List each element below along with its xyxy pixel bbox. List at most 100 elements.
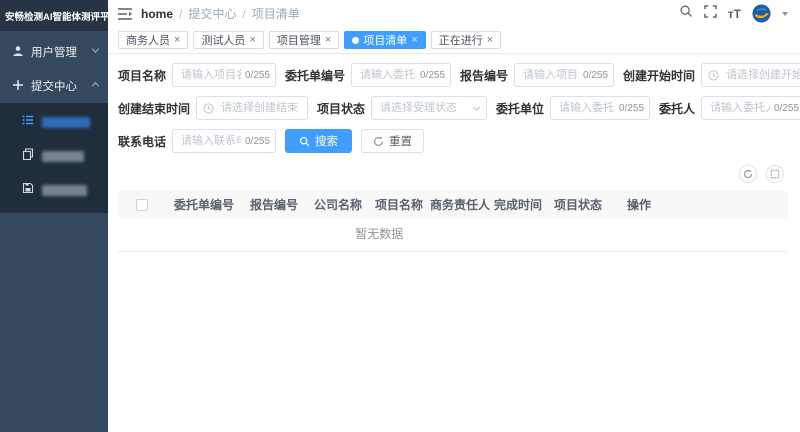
close-icon[interactable]: × [325, 35, 331, 46]
chevron-down-icon [91, 46, 100, 58]
tab-project-list[interactable]: 项目清单 × [344, 31, 425, 49]
main-area: home / 提交中心 / 项目清单 тT [108, 0, 800, 432]
commission-no-input[interactable] [351, 63, 451, 87]
client-company-input[interactable] [550, 96, 650, 120]
field-create-end-time: 创建结束时间 [118, 96, 308, 120]
navbar-actions: тT [679, 4, 788, 23]
tab-test-staff[interactable]: 测试人员 × [193, 31, 263, 49]
tab-business-staff[interactable]: 商务人员 × [118, 31, 188, 49]
close-icon[interactable]: × [249, 35, 255, 46]
field-label: 委托人 [659, 100, 695, 117]
project-status-select[interactable] [371, 96, 487, 120]
close-icon[interactable]: × [174, 35, 180, 46]
user-avatar[interactable] [752, 4, 771, 23]
user-icon [12, 45, 24, 60]
chevron-up-icon [91, 80, 100, 92]
field-create-start-time: 创建开始时间 [623, 63, 800, 87]
close-icon[interactable]: × [411, 35, 417, 46]
select-all-checkbox[interactable] [136, 199, 148, 211]
field-label: 项目状态 [317, 100, 365, 117]
sidebar-menu: 用户管理 提交中心 [0, 31, 108, 213]
field-commission-no: 委托单编号 0/255 [285, 63, 451, 87]
column-header: 公司名称 [306, 191, 370, 218]
breadcrumb: home / 提交中心 / 项目清单 [141, 5, 300, 22]
create-start-time-input[interactable] [701, 63, 800, 87]
submenu-item[interactable] [0, 173, 108, 207]
tabbar: 商务人员 × 测试人员 × 项目管理 × 项目清单 × 正在进行 × [108, 27, 800, 54]
redacted-label [42, 117, 90, 128]
column-header-filler [668, 191, 788, 218]
active-dot [352, 37, 359, 44]
sidebar-item-label: 用户管理 [31, 44, 77, 60]
field-label: 项目名称 [118, 67, 166, 84]
search-icon[interactable] [679, 4, 693, 23]
contact-phone-input[interactable] [172, 129, 276, 153]
tab-label: 测试人员 [201, 32, 245, 48]
copy-icon [22, 147, 34, 165]
submenu-item[interactable] [0, 139, 108, 173]
column-header: 商务责任人 [428, 191, 490, 218]
column-header: 委托单编号 [166, 191, 242, 218]
empty-state-text: 暂无数据 [355, 227, 403, 241]
column-header: 项目状态 [546, 191, 610, 218]
field-label: 创建开始时间 [623, 67, 695, 84]
submenu-item-active[interactable] [0, 105, 108, 139]
create-end-time-input[interactable] [196, 96, 308, 120]
tab-in-progress[interactable]: 正在进行 × [431, 31, 501, 49]
app-title: 安畅检测AI智能体测评平台 [0, 0, 108, 31]
field-label: 委托单编号 [285, 67, 345, 84]
project-name-input[interactable] [172, 63, 276, 87]
tab-project-management[interactable]: 项目管理 × [269, 31, 339, 49]
report-no-input[interactable] [514, 63, 614, 87]
sidebar-empty-area [0, 213, 108, 432]
filter-row-2: 创建结束时间 项目状态 [118, 96, 788, 120]
project-table: 委托单编号 报告编号 公司名称 项目名称 商务责任人 完成时间 项目状态 操作 [118, 191, 788, 252]
client-person-input[interactable] [701, 96, 800, 120]
refresh-icon [373, 136, 384, 147]
field-label: 创建结束时间 [118, 100, 190, 117]
breadcrumb-separator: / [242, 7, 245, 21]
column-header: 完成时间 [490, 191, 546, 218]
sidebar-item-submit-center[interactable]: 提交中心 [0, 69, 108, 103]
sidebar-item-user-management[interactable]: 用户管理 [0, 35, 108, 69]
font-size-icon[interactable]: тT [728, 8, 741, 20]
column-header: 操作 [610, 191, 668, 218]
reset-button-label: 重置 [389, 133, 412, 149]
redacted-label [42, 185, 87, 196]
sidebar-submenu [0, 103, 108, 213]
breadcrumb-submit-center[interactable]: 提交中心 [188, 5, 236, 22]
fullscreen-icon[interactable] [704, 5, 717, 23]
table-header-row: 委托单编号 报告编号 公司名称 项目名称 商务责任人 完成时间 项目状态 操作 [118, 191, 788, 218]
field-project-name: 项目名称 0/255 [118, 63, 276, 87]
column-header: 项目名称 [370, 191, 428, 218]
column-settings-button[interactable] [766, 165, 784, 183]
field-client-person: 委托人 0/255 [659, 96, 800, 120]
breadcrumb-home[interactable]: home [141, 7, 173, 21]
tab-label: 正在进行 [439, 32, 483, 48]
submit-icon [12, 79, 24, 94]
page-content: 项目名称 0/255 委托单编号 0/255 报告编号 [108, 54, 800, 432]
table-toolbar [118, 162, 788, 191]
tab-label: 商务人员 [126, 32, 170, 48]
search-button[interactable]: 搜索 [285, 129, 352, 153]
header-checkbox-cell [118, 191, 166, 218]
redacted-label [42, 151, 84, 162]
filter-row-1: 项目名称 0/255 委托单编号 0/255 报告编号 [118, 63, 788, 87]
tab-label: 项目管理 [277, 32, 321, 48]
dropdown-caret-icon[interactable] [782, 12, 788, 16]
refresh-table-button[interactable] [739, 165, 757, 183]
field-contact-phone: 联系电话 0/255 [118, 129, 276, 153]
reset-button[interactable]: 重置 [361, 129, 424, 153]
sidebar-collapse-icon[interactable] [118, 8, 132, 20]
field-client-company: 委托单位 0/255 [496, 96, 650, 120]
document-icon [22, 181, 34, 199]
close-icon[interactable]: × [487, 35, 493, 46]
list-icon [22, 113, 34, 131]
field-project-status: 项目状态 [317, 96, 487, 120]
field-label: 联系电话 [118, 133, 166, 150]
filter-row-3: 联系电话 0/255 搜索 重置 [118, 129, 788, 153]
empty-row: 暂无数据 [118, 218, 788, 251]
breadcrumb-project-list[interactable]: 项目清单 [252, 5, 300, 22]
tab-label: 项目清单 [363, 32, 407, 48]
app-window: 安畅检测AI智能体测评平台 用户管理 提交中心 [0, 0, 800, 432]
